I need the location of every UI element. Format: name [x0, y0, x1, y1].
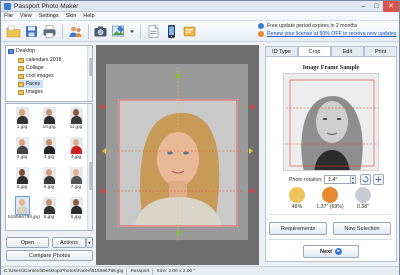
status-file-path: C:\Users\Content\Desktop\Photos\Faces\51…: [4, 268, 124, 274]
folder-icon: [18, 81, 24, 87]
tab-edit[interactable]: Edit: [331, 46, 364, 56]
title-bar: Passport Photo Maker – □ ✕: [1, 0, 399, 12]
rotation-reset-button[interactable]: [373, 174, 384, 185]
phone-icon[interactable]: [164, 24, 179, 39]
menu-settings[interactable]: Settings: [39, 13, 59, 19]
thumbnail-item[interactable]: 6.jpg: [35, 167, 63, 190]
promo-area: Free update period expires in 2 months R…: [258, 23, 398, 37]
tab-print[interactable]: Print: [364, 46, 397, 56]
tree-item-images[interactable]: Images: [18, 88, 43, 96]
thumbnail-item[interactable]: 5.jpg: [8, 167, 36, 190]
compare-photos-button[interactable]: Compare Photos: [6, 250, 93, 261]
head-height-icon: [322, 187, 338, 203]
menu-file[interactable]: File: [4, 13, 13, 19]
requirements-button[interactable]: Requirements: [269, 222, 327, 235]
thumbnail-item[interactable]: 11.jpg: [62, 107, 90, 130]
menu-help[interactable]: Help: [83, 13, 94, 19]
eye-position-icon: [355, 187, 371, 203]
dropdown-arrow-icon[interactable]: [129, 24, 135, 39]
rotate-auto-button[interactable]: [360, 174, 371, 185]
tree-item-faces[interactable]: Faces: [18, 80, 44, 88]
folder-icon: [18, 57, 24, 63]
head-height-metric: 1.37" (69%): [314, 187, 346, 210]
app-window: Passport Photo Maker – □ ✕ File View Set…: [0, 0, 400, 275]
crop-canvas[interactable]: [96, 45, 259, 265]
image-edit-icon[interactable]: [111, 24, 126, 39]
tab-crop[interactable]: Crop: [298, 46, 331, 56]
close-button[interactable]: ✕: [383, 0, 399, 12]
thumbnail-item[interactable]: 2.jpg: [8, 137, 36, 160]
tree-item-calendars[interactable]: calendars 2018: [18, 56, 61, 64]
desktop-icon: [8, 48, 14, 54]
face-ratio-icon: [289, 187, 305, 203]
minimize-button[interactable]: –: [357, 1, 370, 12]
status-bar: C:\Users\Content\Desktop\Photos\Faces\51…: [1, 266, 399, 275]
arrow-right-icon: ▸: [334, 248, 342, 255]
tree-item-collage[interactable]: Collage: [18, 64, 44, 72]
folder-tree[interactable]: Desktop calendars 2018 Collage cool imag…: [5, 45, 93, 102]
tree-item-cool-images[interactable]: cool images: [18, 72, 54, 80]
app-icon: [4, 2, 11, 10]
rotation-input[interactable]: 1.4°: [324, 175, 351, 184]
thumbnail-scrollbar[interactable]: [87, 104, 92, 230]
discount-icon: [258, 31, 264, 37]
document-icon[interactable]: [146, 24, 161, 39]
frame-sample-image: [283, 73, 379, 171]
next-button[interactable]: Next ▸: [303, 245, 359, 258]
menu-bar: File View Settings Skin Help: [1, 12, 399, 21]
sample-title: Image Frame Sample: [302, 64, 360, 71]
tree-scrollbar[interactable]: [87, 46, 92, 101]
crop-workspace[interactable]: [96, 45, 259, 265]
rotate-icon: [362, 175, 369, 183]
face-ratio-metric: 48%: [282, 187, 312, 210]
actions-button[interactable]: Actions: [52, 237, 86, 248]
open-button[interactable]: Open: [6, 237, 49, 248]
status-id-type: Passport: [130, 268, 150, 274]
folder-icon: [18, 65, 24, 71]
cart-icon[interactable]: [182, 24, 197, 39]
info-icon: [258, 23, 264, 29]
users-icon[interactable]: [68, 24, 83, 39]
camera-icon[interactable]: [93, 24, 108, 39]
thumbnail-item[interactable]: 4.jpg: [62, 137, 90, 160]
thumbnail-item[interactable]: 7.jpg: [62, 167, 90, 190]
tab-bar: ID Type Crop Edit Print: [265, 46, 397, 56]
print-icon[interactable]: [42, 24, 57, 39]
actions-dropdown-icon[interactable]: ▼: [86, 237, 93, 248]
tree-item-desktop[interactable]: Desktop: [8, 47, 35, 55]
folder-icon: [18, 73, 24, 79]
thumbnail-item[interactable]: 1.jpg: [8, 107, 36, 130]
new-selection-button[interactable]: New Selection: [333, 222, 391, 235]
tab-id-type[interactable]: ID Type: [265, 46, 298, 56]
open-folder-icon[interactable]: [6, 24, 21, 39]
rotation-label: Photo rotation:: [289, 177, 323, 183]
toolbar: Free update period expires in 2 months R…: [1, 21, 399, 42]
renew-license-link[interactable]: Renew your license at 50% OFF to receive…: [267, 31, 396, 37]
reset-icon: [375, 176, 382, 183]
thumbnail-item[interactable]: 3.jpg: [35, 137, 63, 160]
update-expiry-text: Free update period expires in 2 months: [267, 23, 358, 29]
status-size: Size: 2.00 x 2.00 ": [156, 268, 196, 274]
thumbnail-item[interactable]: 8.jpg: [35, 197, 63, 220]
menu-skin[interactable]: Skin: [66, 13, 77, 19]
eye-position-metric: 0.38": [348, 187, 378, 210]
save-icon[interactable]: [24, 24, 39, 39]
maximize-button[interactable]: □: [370, 1, 383, 12]
menu-view[interactable]: View: [20, 13, 32, 19]
next-label: Next: [320, 248, 332, 255]
thumbnail-item-selected[interactable]: 515596786.jpg: [8, 196, 40, 220]
rotation-stepper[interactable]: ▲ ▼: [351, 175, 356, 185]
window-title: Passport Photo Maker: [14, 2, 79, 10]
thumbnail-item[interactable]: 9.jpg: [62, 197, 90, 220]
thumbnail-grid: 1.jpg 10.jpg 11.jpg 2.jpg 3.jpg 4.jpg 5.…: [5, 103, 93, 231]
folder-icon: [18, 89, 24, 95]
thumbnail-item[interactable]: 10.jpg: [35, 107, 63, 130]
